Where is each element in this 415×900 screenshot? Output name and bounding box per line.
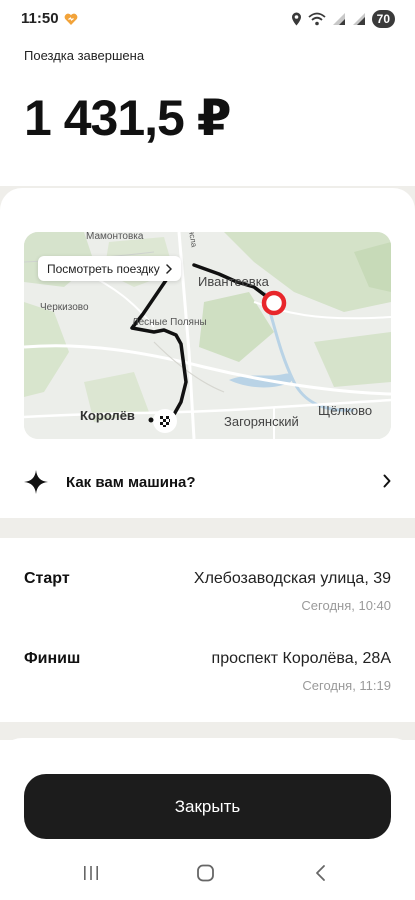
- route-start-title: Старт: [24, 570, 70, 587]
- chevron-right-icon: [383, 474, 391, 488]
- finish-marker-icon: [153, 409, 177, 433]
- sparkle-icon: [24, 470, 48, 494]
- route-finish-address: проспект Королёва, 28А: [211, 650, 391, 667]
- status-icons: 70: [291, 9, 395, 29]
- signal-icon: [352, 13, 365, 25]
- route-finish-title: Финиш: [24, 650, 81, 667]
- start-marker-icon: [261, 290, 287, 316]
- map-label-ivanteevka: Ивантеевка: [198, 274, 269, 289]
- view-trip-button[interactable]: Посмотреть поездку: [38, 256, 181, 281]
- map-label-zagoryansky: Загорянский: [224, 414, 299, 429]
- chevron-right-icon: [165, 263, 172, 274]
- rate-car-label: Как вам машина?: [66, 473, 196, 491]
- route-start-address: Хлебозаводская улица, 39: [193, 570, 391, 587]
- battery-icon: 70: [371, 10, 395, 28]
- map-label-shchelkovo: Щёлково: [318, 403, 373, 418]
- signal-icon: [332, 13, 345, 25]
- home-icon[interactable]: [196, 864, 216, 882]
- close-button[interactable]: Закрыть: [24, 774, 391, 839]
- rate-car-row[interactable]: Как вам машина?: [24, 462, 391, 502]
- map-label-cherkizovo: Черкизово: [40, 302, 89, 313]
- route-start-row: Старт Хлебозаводская улица, 39 Сегодня, …: [24, 570, 391, 620]
- wifi-icon: [308, 12, 326, 26]
- trip-status: Поездка завершена: [24, 48, 145, 63]
- status-time: 11:50: [21, 10, 59, 27]
- trip-price: 1 431,5 ₽: [24, 90, 232, 146]
- map-label-mamontovka: Мамонтовка: [86, 232, 144, 242]
- recent-apps-icon[interactable]: [82, 864, 100, 882]
- location-icon: [291, 12, 301, 26]
- route-finish-row: Финиш проспект Королёва, 28А Сегодня, 11…: [24, 650, 391, 700]
- map-label-lesnye-polyany: Лесные Поляны: [132, 317, 207, 328]
- route-finish-time: Сегодня, 11:19: [302, 678, 391, 693]
- back-icon[interactable]: [314, 864, 328, 882]
- route-start-time: Сегодня, 10:40: [301, 598, 391, 613]
- view-trip-label: Посмотреть поездку: [47, 261, 160, 276]
- system-nav-bar: [0, 850, 415, 900]
- heart-icon: [64, 13, 78, 25]
- map-label-korolev: Королёв: [80, 408, 135, 423]
- finish-dot-icon: [148, 417, 154, 423]
- close-button-label: Закрыть: [174, 796, 241, 816]
- status-bar: 11:50 70: [0, 0, 415, 38]
